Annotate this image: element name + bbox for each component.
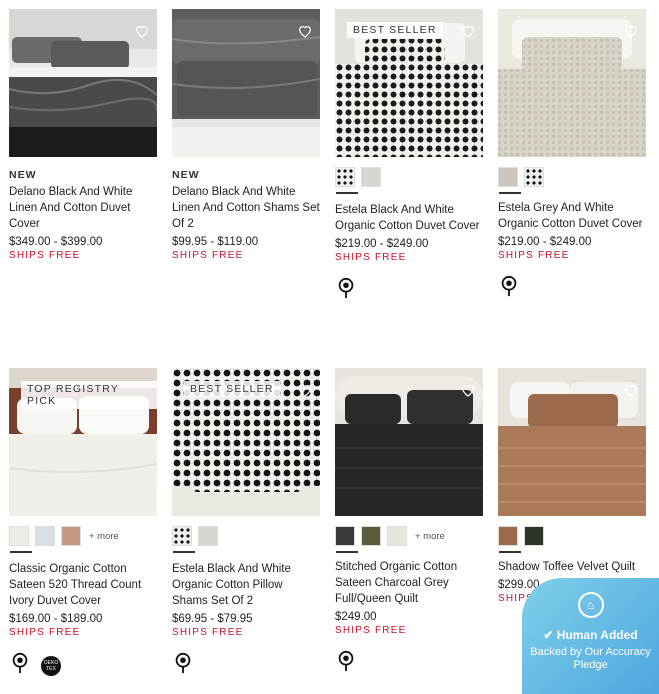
widget-title: ✔ Human Added	[522, 628, 659, 642]
swatch[interactable]	[387, 526, 407, 546]
swatch[interactable]	[335, 526, 358, 553]
color-swatches: + more	[9, 525, 158, 553]
product-image[interactable]	[172, 9, 320, 157]
cotton-icon	[172, 652, 194, 679]
product-card[interactable]: NEW Delano Black And White Linen And Cot…	[9, 9, 158, 261]
product-image[interactable]	[335, 368, 483, 516]
swatch[interactable]	[35, 526, 55, 546]
cotton-icon	[335, 277, 357, 304]
accuracy-pledge-widget[interactable]: ⌂ ✔ Human Added Backed by Our Accuracy P…	[522, 578, 659, 694]
color-swatches	[498, 166, 647, 194]
widget-subtitle: Backed by Our Accuracy Pledge	[530, 646, 651, 671]
swatch[interactable]	[524, 167, 544, 187]
certifications	[172, 652, 321, 679]
color-swatches	[172, 525, 321, 553]
shield-icon: ⌂	[577, 592, 604, 618]
product-image[interactable]: BEST SELLER	[172, 368, 320, 516]
product-card[interactable]: TOP REGISTRY PICK + more Classic Organic…	[9, 368, 158, 679]
product-price: $169.00 - $189.00	[9, 613, 103, 625]
ships-free-label: SHIPS FREE	[335, 252, 407, 263]
cotton-icon	[498, 275, 520, 302]
product-card[interactable]: NEW Delano Black And White Linen And Cot…	[172, 9, 321, 261]
product-image[interactable]	[498, 368, 646, 516]
product-price: $219.00 - $249.00	[335, 238, 429, 250]
heart-icon[interactable]	[623, 23, 639, 39]
heart-icon[interactable]	[623, 382, 639, 398]
color-swatches: + more	[335, 525, 484, 553]
product-price: $69.95 - $79.95	[172, 613, 253, 625]
swatch[interactable]	[9, 526, 32, 553]
product-title[interactable]: Delano Black And White Linen And Cotton …	[172, 184, 321, 232]
cotton-icon	[9, 652, 31, 679]
product-image[interactable]: BEST SELLER	[335, 9, 483, 157]
ships-free-label: SHIPS FREE	[335, 625, 407, 636]
ships-free-label: SHIPS FREE	[9, 627, 81, 638]
heart-icon[interactable]	[134, 23, 150, 39]
product-title[interactable]: Shadow Toffee Velvet Quilt	[498, 559, 647, 575]
swatch[interactable]	[524, 526, 544, 546]
product-title[interactable]: Stitched Organic Cotton Sateen Charcoal …	[335, 559, 484, 607]
color-swatches	[498, 525, 647, 553]
product-title[interactable]: Classic Organic Cotton Sateen 520 Thread…	[9, 561, 158, 609]
product-price: $99.95 - $119.00	[172, 236, 259, 248]
heart-icon[interactable]	[297, 382, 313, 398]
swatch[interactable]	[335, 167, 358, 194]
swatch[interactable]	[498, 167, 521, 194]
swatch[interactable]	[172, 526, 195, 553]
product-image[interactable]: TOP REGISTRY PICK	[9, 368, 157, 516]
product-title[interactable]: Delano Black And White Linen And Cotton …	[9, 184, 158, 232]
ships-free-label: SHIPS FREE	[172, 627, 244, 638]
certifications: OEKO TEX	[9, 652, 158, 679]
product-card[interactable]: + more Stitched Organic Cotton Sateen Ch…	[335, 368, 484, 677]
swatch[interactable]	[361, 526, 381, 546]
ships-free-label: SHIPS FREE	[498, 250, 570, 261]
certifications	[498, 275, 647, 302]
product-title[interactable]: Estela Black And White Organic Cotton Pi…	[172, 561, 321, 609]
product-price: $349.00 - $399.00	[9, 236, 103, 248]
product-image[interactable]	[9, 9, 157, 157]
ships-free-label: SHIPS FREE	[9, 250, 81, 261]
product-badge: BEST SELLER	[347, 22, 443, 38]
product-price: $219.00 - $249.00	[498, 236, 592, 248]
product-card[interactable]: BEST SELLER Estela Black And White Organ…	[335, 9, 484, 304]
ships-free-label: SHIPS FREE	[172, 250, 244, 261]
heart-icon[interactable]	[460, 382, 476, 398]
more-swatches-link[interactable]: + more	[415, 531, 445, 542]
swatch[interactable]	[361, 167, 381, 187]
oeko-tex-icon: OEKO TEX	[41, 655, 61, 676]
product-badge: TOP REGISTRY PICK	[21, 381, 157, 409]
product-title[interactable]: Estela Black And White Organic Cotton Du…	[335, 202, 484, 234]
new-flag: NEW	[172, 169, 200, 181]
product-title[interactable]: Estela Grey And White Organic Cotton Duv…	[498, 200, 647, 232]
product-card[interactable]: BEST SELLER Estela Black And White Organ…	[172, 368, 321, 679]
heart-icon[interactable]	[460, 23, 476, 39]
product-card[interactable]: Estela Grey And White Organic Cotton Duv…	[498, 9, 647, 302]
cotton-icon	[335, 650, 357, 677]
product-card[interactable]: Shadow Toffee Velvet Quilt $299.00 - $34…	[498, 368, 647, 604]
product-price: $249.00	[335, 611, 377, 623]
certifications	[335, 277, 484, 304]
heart-icon[interactable]	[297, 23, 313, 39]
more-swatches-link[interactable]: + more	[89, 531, 119, 542]
product-image[interactable]	[498, 9, 646, 157]
check-icon: ✔	[543, 628, 554, 642]
certifications	[335, 650, 484, 677]
product-badge: BEST SELLER	[184, 381, 280, 397]
swatch[interactable]	[198, 526, 218, 546]
swatch[interactable]	[498, 526, 521, 553]
swatch[interactable]	[61, 526, 81, 546]
widget-title-text: Human Added	[556, 628, 638, 642]
color-swatches	[335, 166, 484, 194]
new-flag: NEW	[9, 169, 37, 181]
